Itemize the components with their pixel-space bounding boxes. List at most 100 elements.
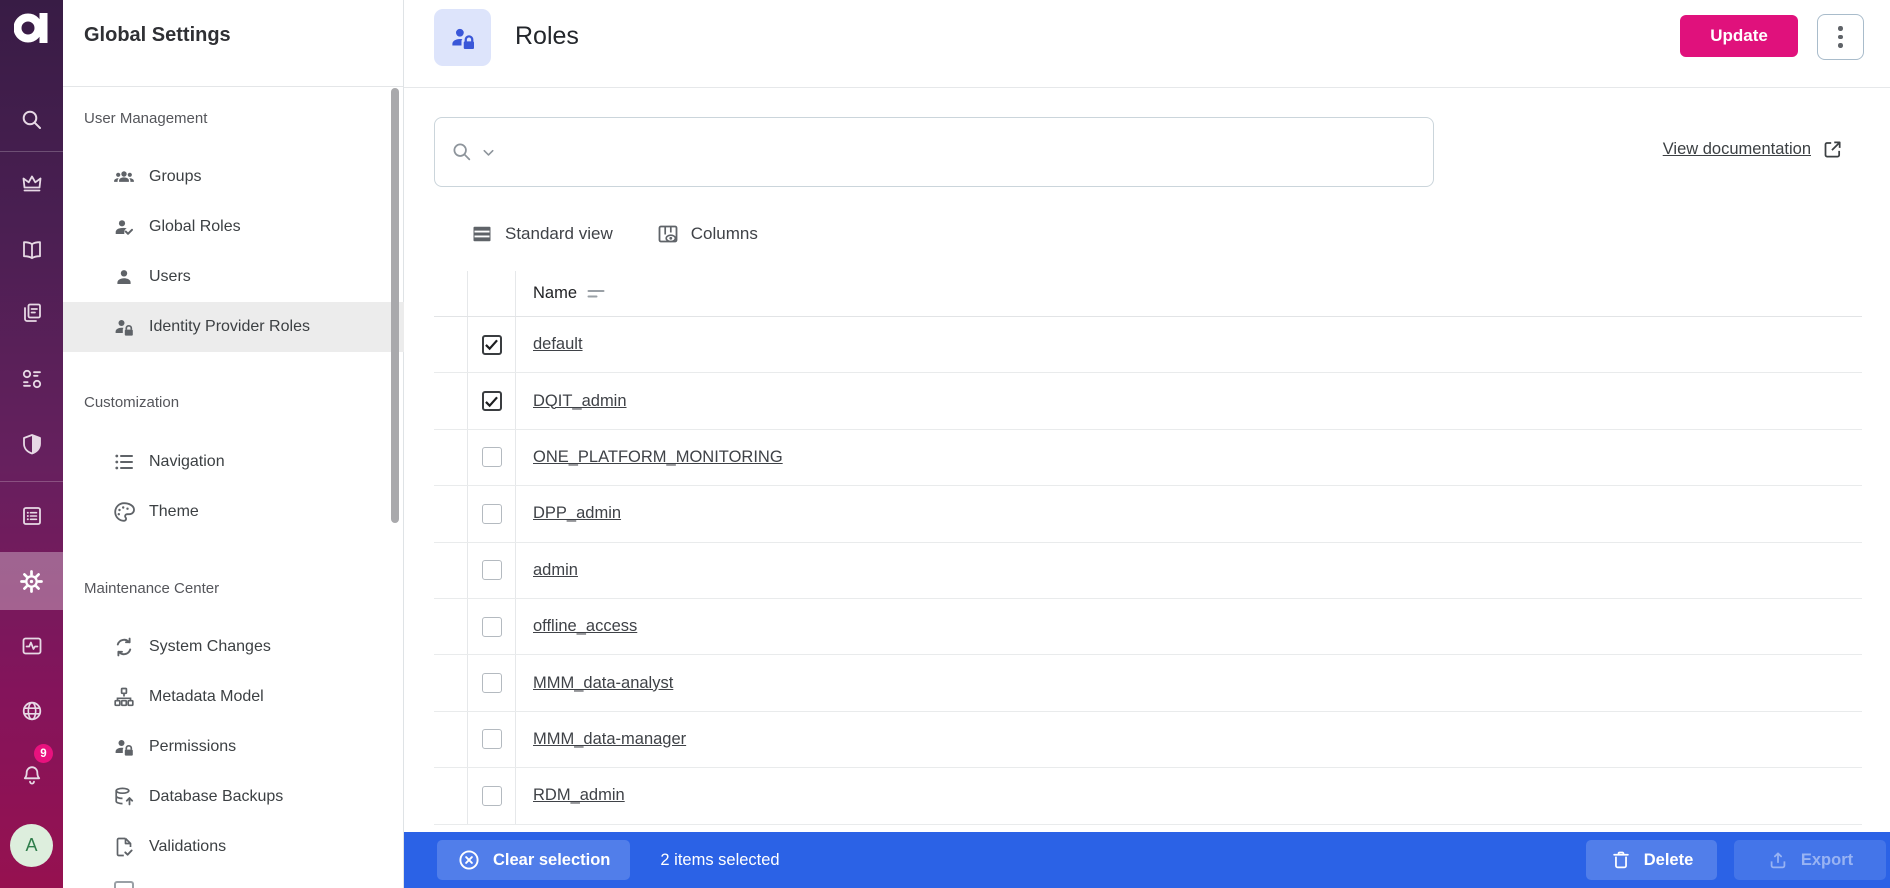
columns-eye-icon xyxy=(658,225,678,243)
person-lock-icon xyxy=(115,740,133,756)
export-icon xyxy=(1770,852,1786,869)
sidebar: Global Settings User Management Groups G… xyxy=(63,0,404,888)
row-checkbox[interactable] xyxy=(481,673,502,694)
table-row: DQIT_admin xyxy=(434,373,1862,430)
checkbox-column-header xyxy=(468,271,516,316)
name-column-header: Name xyxy=(533,284,578,302)
sidebar-item-label: Users xyxy=(149,268,191,285)
row-checkbox[interactable] xyxy=(481,785,502,806)
rail-assets-button[interactable] xyxy=(0,291,63,335)
gear-icon xyxy=(20,569,43,593)
trash-icon xyxy=(1612,851,1629,869)
sidebar-item-label: Theme xyxy=(149,503,199,520)
groups-icon xyxy=(114,171,134,182)
person-check-icon xyxy=(115,220,133,235)
row-checkbox[interactable] xyxy=(481,560,502,581)
rail-settings-button[interactable] xyxy=(0,559,63,603)
rail-lists-button[interactable] xyxy=(0,494,63,538)
sort-icon[interactable] xyxy=(587,287,606,301)
sidebar-title: Global Settings xyxy=(84,24,231,46)
row-checkbox[interactable] xyxy=(481,447,502,468)
hierarchy-icon xyxy=(114,687,134,707)
row-checkbox[interactable] xyxy=(481,391,502,412)
sidebar-item-metadata-model[interactable]: Metadata Model xyxy=(63,672,404,722)
book-icon xyxy=(22,241,41,260)
sidebar-item-theme[interactable]: Theme xyxy=(63,487,404,537)
row-checkbox[interactable] xyxy=(481,503,502,524)
search-icon xyxy=(453,143,471,161)
export-button[interactable]: Export xyxy=(1734,840,1886,880)
rail-monitoring-button[interactable] xyxy=(0,624,63,668)
sidebar-item-label: Global Roles xyxy=(149,218,241,235)
roles-table: Name default DQIT_admin ONE_PLATFORM_MON… xyxy=(434,271,1862,825)
clear-selection-button[interactable]: Clear selection xyxy=(437,840,631,880)
chevron-down-icon[interactable] xyxy=(480,144,497,161)
section-customization: Customization xyxy=(84,394,180,411)
role-name-link[interactable]: offline_access xyxy=(533,617,637,636)
update-button[interactable]: Update xyxy=(1680,15,1798,57)
globe-icon xyxy=(22,701,41,721)
expander-column-header xyxy=(434,271,468,316)
sidebar-item-system-changes[interactable]: System Changes xyxy=(63,622,404,672)
role-name-link[interactable]: RDM_admin xyxy=(533,786,625,805)
standard-view-button[interactable]: Standard view xyxy=(470,222,613,246)
rail-search-button[interactable] xyxy=(0,98,63,142)
sidebar-item-database-backups[interactable]: Database Backups xyxy=(63,772,404,822)
rail-favorites-button[interactable] xyxy=(0,161,63,205)
role-name-link[interactable]: MMM_data-analyst xyxy=(533,674,673,693)
standard-view-label: Standard view xyxy=(505,224,613,243)
palette-icon xyxy=(114,502,135,522)
sidebar-item-users[interactable]: Users xyxy=(63,252,404,302)
sidebar-item-permissions[interactable]: Permissions xyxy=(63,722,404,772)
kebab-menu-button[interactable] xyxy=(1817,14,1864,60)
person-icon xyxy=(117,270,131,284)
bullet-list-icon xyxy=(115,454,133,470)
rail-security-button[interactable] xyxy=(0,422,63,466)
sidebar-item-groups[interactable]: Groups xyxy=(63,152,404,202)
table-rows-icon xyxy=(473,226,491,242)
role-name-link[interactable]: ONE_PLATFORM_MONITORING xyxy=(533,448,783,467)
search-input[interactable] xyxy=(504,143,1417,161)
rail-divider xyxy=(0,481,63,482)
sync-icon xyxy=(116,637,132,657)
sidebar-item-validations[interactable]: Validations xyxy=(63,822,404,872)
row-checkbox[interactable] xyxy=(481,729,502,750)
crown-icon xyxy=(22,175,41,192)
role-name-link[interactable]: admin xyxy=(533,561,578,580)
rail-locale-button[interactable] xyxy=(0,689,63,733)
app-logo[interactable] xyxy=(0,12,63,44)
icon-rail: 9 A xyxy=(0,0,63,888)
person-lock-icon xyxy=(115,320,133,336)
header-divider xyxy=(404,87,1890,88)
row-checkbox[interactable] xyxy=(481,334,502,355)
section-user-management: User Management xyxy=(84,110,208,127)
external-link-icon xyxy=(1824,141,1841,158)
sidebar-item-identity-provider-roles[interactable]: Identity Provider Roles xyxy=(63,302,404,352)
avatar[interactable]: A xyxy=(10,824,53,867)
role-name-link[interactable]: DPP_admin xyxy=(533,504,621,523)
rail-knowledge-button[interactable] xyxy=(0,228,63,272)
table-row: ONE_PLATFORM_MONITORING xyxy=(434,429,1862,487)
database-upload-icon xyxy=(115,787,134,806)
sidebar-item-label: Metadata Model xyxy=(149,688,264,705)
columns-button[interactable]: Columns xyxy=(656,222,758,246)
delete-button[interactable]: Delete xyxy=(1586,840,1717,880)
rail-catalog-button[interactable] xyxy=(0,357,63,401)
table-row: admin xyxy=(434,542,1862,599)
sidebar-item-label: Identity Provider Roles xyxy=(149,318,310,335)
role-name-link[interactable]: DQIT_admin xyxy=(533,392,627,411)
role-name-link[interactable]: default xyxy=(533,335,583,354)
sidebar-item-global-roles[interactable]: Global Roles xyxy=(63,202,404,252)
list-icon xyxy=(22,507,41,525)
sidebar-scrollbar-thumb[interactable] xyxy=(391,88,399,523)
search-box xyxy=(434,117,1434,187)
sidebar-item-navigation[interactable]: Navigation xyxy=(63,437,404,487)
view-documentation-link[interactable]: View documentation xyxy=(1663,139,1843,160)
page-title: Roles xyxy=(515,22,579,50)
notification-badge: 9 xyxy=(34,744,53,763)
rail-notifications-button[interactable]: 9 xyxy=(0,744,63,797)
role-name-link[interactable]: MMM_data-manager xyxy=(533,730,686,749)
row-checkbox[interactable] xyxy=(481,616,502,637)
selection-status: 2 items selected xyxy=(660,850,780,869)
sidebar-item-label: Validations xyxy=(149,838,227,855)
